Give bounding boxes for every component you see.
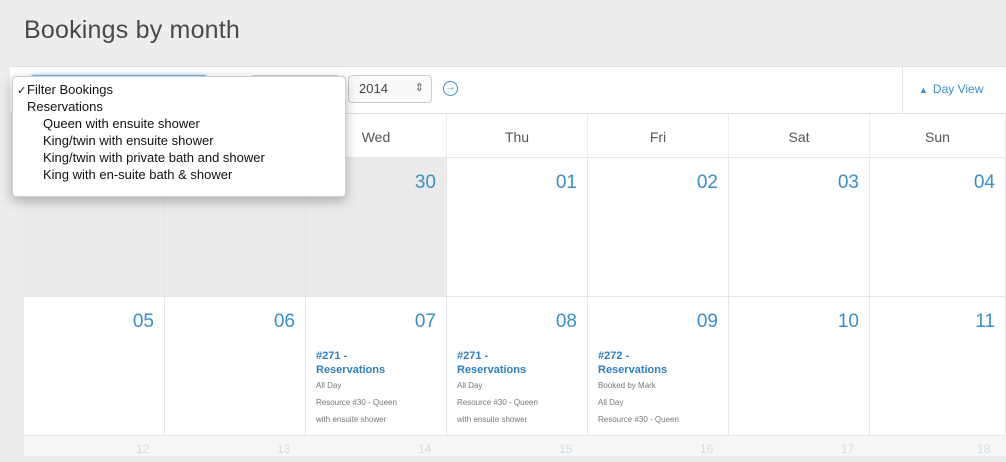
- day-number: 01: [555, 172, 577, 193]
- day-view-button[interactable]: ▲ Day View: [902, 67, 1006, 113]
- day-cell[interactable]: 05: [24, 297, 165, 436]
- day-number: 18: [977, 442, 991, 456]
- day-cell[interactable]: 06: [165, 297, 306, 436]
- filter-bookings-menu: ✓Filter Bookings Reservations Queen with…: [12, 76, 346, 197]
- event-detail: Booked by Mark: [598, 381, 656, 390]
- day-number: 02: [696, 172, 718, 193]
- day-cell[interactable]: 03: [729, 158, 870, 297]
- event-title[interactable]: Reservations: [457, 363, 577, 377]
- partial-week-row: 12 13 14 15 16 17 18: [24, 436, 1006, 456]
- menu-item-label: Reservations: [27, 99, 103, 114]
- day-number: 13: [277, 442, 291, 456]
- day-number: 04: [973, 172, 995, 193]
- year-select-value: 2014: [359, 81, 388, 96]
- day-number: 15: [559, 442, 573, 456]
- filter-menu-item-filter-bookings[interactable]: ✓Filter Bookings: [13, 81, 345, 98]
- day-number: 16: [700, 442, 714, 456]
- booking-event[interactable]: #271 - Reservations All Day Resource #30…: [457, 349, 577, 428]
- day-cell[interactable]: 07 #271 - Reservations All Day Resource …: [306, 297, 447, 436]
- checkmark-icon: ✓: [17, 85, 27, 97]
- day-number: 11: [975, 311, 995, 332]
- weekday-header: Thu: [447, 114, 588, 158]
- week-row: 05 06 07 #271 - Reservations All Day Res…: [24, 297, 1006, 436]
- day-number: 12: [136, 442, 150, 456]
- day-number: 06: [273, 311, 295, 332]
- day-cell[interactable]: 01: [447, 158, 588, 297]
- day-number: 08: [555, 311, 577, 332]
- go-arrow-icon[interactable]: →: [443, 81, 458, 96]
- event-detail: All Day: [598, 398, 624, 407]
- day-cell[interactable]: 10: [729, 297, 870, 436]
- day-number: 10: [837, 311, 859, 332]
- event-detail: All Day: [457, 381, 483, 390]
- booking-event[interactable]: #272 - Reservations Booked by Mark All D…: [598, 349, 718, 428]
- booking-event[interactable]: #271 - Reservations All Day Resource #30…: [316, 349, 436, 428]
- day-number: 03: [837, 172, 859, 193]
- day-number: 30: [414, 172, 436, 193]
- event-id[interactable]: #271 -: [316, 349, 436, 363]
- event-id[interactable]: #271 -: [457, 349, 577, 363]
- day-cell[interactable]: 04: [870, 158, 1006, 297]
- day-cell[interactable]: 09 #272 - Reservations Booked by Mark Al…: [588, 297, 729, 436]
- day-number: 09: [696, 311, 718, 332]
- menu-item-label: Queen with ensuite shower: [43, 116, 200, 131]
- day-number: 07: [414, 311, 436, 332]
- event-title[interactable]: Reservations: [316, 363, 436, 377]
- day-number: 14: [418, 442, 432, 456]
- event-detail: All Day: [316, 381, 342, 390]
- weekday-header: Sat: [729, 114, 870, 158]
- filter-menu-item-reservations[interactable]: Reservations: [13, 98, 345, 115]
- event-detail: Resource #30 - Queen: [316, 398, 397, 407]
- triangle-up-icon: ▲: [919, 85, 928, 95]
- day-cell[interactable]: 11: [870, 297, 1006, 436]
- filter-menu-item-king-twin-private-bath[interactable]: King/twin with private bath and shower: [13, 149, 345, 166]
- event-detail: Resource #30 - Queen: [457, 398, 538, 407]
- filter-menu-item-queen-ensuite[interactable]: Queen with ensuite shower: [13, 115, 345, 132]
- day-cell[interactable]: 02: [588, 158, 729, 297]
- filter-menu-item-king-ensuite-bath[interactable]: King with en-suite bath & shower: [13, 166, 345, 183]
- menu-item-label: King/twin with ensuite shower: [43, 133, 214, 148]
- weekday-header: Sun: [870, 114, 1006, 158]
- event-id[interactable]: #272 -: [598, 349, 718, 363]
- day-number: 05: [132, 311, 154, 332]
- day-number: 17: [841, 442, 855, 456]
- weekday-header: Fri: [588, 114, 729, 158]
- menu-item-label: King/twin with private bath and shower: [43, 150, 265, 165]
- event-detail: with ensuite shower: [457, 415, 528, 424]
- page-title: Bookings by month: [24, 16, 241, 44]
- day-view-label: Day View: [932, 82, 984, 96]
- event-title[interactable]: Reservations: [598, 363, 718, 377]
- menu-item-label: Filter Bookings: [27, 82, 113, 97]
- event-detail: with ensuite shower: [316, 415, 387, 424]
- day-cell[interactable]: 08 #271 - Reservations All Day Resource …: [447, 297, 588, 436]
- filter-menu-item-king-twin-ensuite[interactable]: King/twin with ensuite shower: [13, 132, 345, 149]
- select-arrows-icon: ⇕: [414, 82, 424, 94]
- menu-item-label: King with en-suite bath & shower: [43, 167, 233, 182]
- year-select[interactable]: 2014 ⇕: [348, 75, 432, 103]
- event-detail: Resource #30 - Queen: [598, 415, 679, 424]
